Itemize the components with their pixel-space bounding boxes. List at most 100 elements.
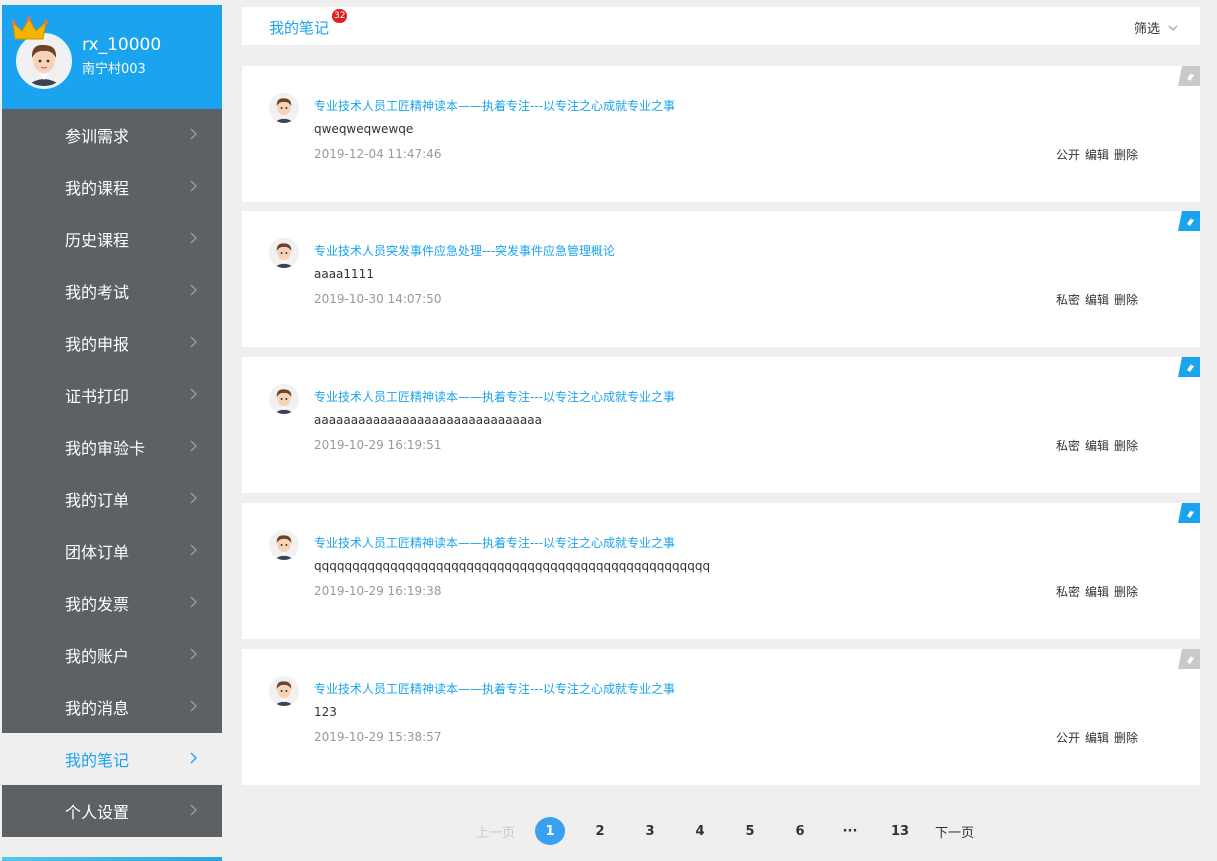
sidebar-bottom-strip xyxy=(2,857,222,861)
page-title[interactable]: 我的笔记 xyxy=(269,17,329,38)
tag-corner-icon xyxy=(1178,357,1200,377)
note-timestamp: 2019-10-29 15:38:57 xyxy=(314,730,442,744)
visibility-toggle[interactable]: 私密 xyxy=(1056,437,1080,454)
user-face-icon xyxy=(269,384,299,414)
note-content: aaaa1111 xyxy=(314,267,374,281)
note-card: 专业技术人员突发事件应急处理---突发事件应急管理概论 aaaa1111 2019-… xyxy=(242,211,1200,347)
pagination-ellipsis[interactable]: ··· xyxy=(835,817,866,845)
chevron-right-icon xyxy=(190,336,197,348)
tag-corner-icon xyxy=(1178,649,1200,669)
delete-button[interactable]: 删除 xyxy=(1114,437,1138,454)
sidebar-item-label: 我的课程 xyxy=(65,179,130,198)
organization: 南宁村003 xyxy=(82,62,146,77)
page-button[interactable]: 2 xyxy=(585,817,616,845)
sidebar-item-13[interactable]: 个人设置 xyxy=(2,785,222,837)
sidebar-item-label: 我的笔记 xyxy=(65,751,130,770)
sidebar-item-9[interactable]: 我的发票 xyxy=(2,577,222,629)
sidebar-item-label: 我的申报 xyxy=(65,335,130,354)
chevron-right-icon xyxy=(190,284,197,296)
filter-label: 筛选 xyxy=(1133,22,1160,37)
page-button[interactable]: 13 xyxy=(885,817,916,845)
sidebar-item-label: 我的订单 xyxy=(65,491,130,510)
sidebar-item-label: 我的考试 xyxy=(65,283,130,302)
tag-corner-icon xyxy=(1178,66,1200,86)
sidebar-item-label: 我的账户 xyxy=(65,647,130,666)
note-content: aaaaaaaaaaaaaaaaaaaaaaaaaaaaaaa xyxy=(314,413,542,427)
filter-dropdown[interactable]: 筛选 xyxy=(1134,18,1178,37)
note-actions: 公开 编辑 删除 xyxy=(1056,729,1138,746)
sidebar-item-12[interactable]: 我的笔记 xyxy=(2,733,222,785)
edit-button[interactable]: 编辑 xyxy=(1085,291,1109,308)
edit-button[interactable]: 编辑 xyxy=(1085,729,1109,746)
note-title-link[interactable]: 专业技术人员工匠精神读本——执着专注---以专注之心成就专业之事 xyxy=(314,680,675,697)
sidebar-item-8[interactable]: 团体订单 xyxy=(2,525,222,577)
sidebar-item-11[interactable]: 我的消息 xyxy=(2,681,222,733)
page-button[interactable]: 1 xyxy=(535,817,566,845)
note-title-link[interactable]: 专业技术人员工匠精神读本——执着专注---以专注之心成就专业之事 xyxy=(314,388,675,405)
sidebar-item-label: 我的审验卡 xyxy=(65,439,146,458)
chevron-right-icon xyxy=(190,388,197,400)
sidebar-item-label: 我的发票 xyxy=(65,595,130,614)
chevron-right-icon xyxy=(190,648,197,660)
sidebar-item-0[interactable]: 参训需求 xyxy=(2,109,222,161)
avatar xyxy=(269,676,299,706)
profile-panel: rx_10000 南宁村003 xyxy=(2,5,222,109)
edit-button[interactable]: 编辑 xyxy=(1085,437,1109,454)
visibility-toggle[interactable]: 私密 xyxy=(1056,583,1080,600)
sidebar-item-3[interactable]: 我的考试 xyxy=(2,265,222,317)
page-button[interactable]: 4 xyxy=(685,817,716,845)
notes-count-badge: 32 xyxy=(332,9,348,23)
sidebar-item-7[interactable]: 我的订单 xyxy=(2,473,222,525)
note-content: qweqweqwewqe xyxy=(314,122,414,136)
chevron-right-icon xyxy=(190,128,197,140)
sidebar-item-label: 个人设置 xyxy=(65,803,130,822)
visibility-toggle[interactable]: 公开 xyxy=(1056,146,1080,163)
delete-button[interactable]: 删除 xyxy=(1114,583,1138,600)
sidebar-item-4[interactable]: 我的申报 xyxy=(2,317,222,369)
avatar xyxy=(269,238,299,268)
delete-button[interactable]: 删除 xyxy=(1114,291,1138,308)
delete-button[interactable]: 删除 xyxy=(1114,146,1138,163)
note-card: 专业技术人员工匠精神读本——执着专注---以专注之心成就专业之事 qweqweqw… xyxy=(242,66,1200,202)
note-actions: 私密 编辑 删除 xyxy=(1056,583,1138,600)
sidebar-item-2[interactable]: 历史课程 xyxy=(2,213,222,265)
note-title-link[interactable]: 专业技术人员工匠精神读本——执着专注---以专注之心成就专业之事 xyxy=(314,97,675,114)
sidebar: rx_10000 南宁村003 参训需求我的课程历史课程我的考试我的申报证书打印… xyxy=(2,5,222,861)
crown-icon xyxy=(12,17,48,40)
user-face-icon xyxy=(19,36,69,86)
user-face-icon xyxy=(269,238,299,268)
sidebar-item-6[interactable]: 我的审验卡 xyxy=(2,421,222,473)
note-timestamp: 2019-10-30 14:07:50 xyxy=(314,292,442,306)
note-actions: 私密 编辑 删除 xyxy=(1056,291,1138,308)
chevron-right-icon xyxy=(190,700,197,712)
tag-corner-icon xyxy=(1178,503,1200,523)
note-timestamp: 2019-10-29 16:19:51 xyxy=(314,438,442,452)
chevron-right-icon xyxy=(190,804,197,816)
note-actions: 私密 编辑 删除 xyxy=(1056,437,1138,454)
sidebar-item-5[interactable]: 证书打印 xyxy=(2,369,222,421)
visibility-toggle[interactable]: 公开 xyxy=(1056,729,1080,746)
user-face-icon xyxy=(269,530,299,560)
note-title-link[interactable]: 专业技术人员工匠精神读本——执着专注---以专注之心成就专业之事 xyxy=(314,534,675,551)
note-actions: 公开 编辑 删除 xyxy=(1056,146,1138,163)
chevron-right-icon xyxy=(190,440,197,452)
note-timestamp: 2019-10-29 16:19:38 xyxy=(314,584,442,598)
edit-button[interactable]: 编辑 xyxy=(1085,583,1109,600)
sidebar-item-10[interactable]: 我的账户 xyxy=(2,629,222,681)
note-timestamp: 2019-12-04 11:47:46 xyxy=(314,147,442,161)
edit-button[interactable]: 编辑 xyxy=(1085,146,1109,163)
sidebar-item-1[interactable]: 我的课程 xyxy=(2,161,222,213)
delete-button[interactable]: 删除 xyxy=(1114,729,1138,746)
avatar xyxy=(269,93,299,123)
chevron-right-icon xyxy=(190,544,197,556)
note-card: 专业技术人员工匠精神读本——执着专注---以专注之心成就专业之事 aaaaaaaa… xyxy=(242,357,1200,493)
visibility-toggle[interactable]: 私密 xyxy=(1056,291,1080,308)
page-button[interactable]: 3 xyxy=(635,817,666,845)
avatar[interactable] xyxy=(12,17,72,89)
page-button[interactable]: 6 xyxy=(785,817,816,845)
page-button[interactable]: 5 xyxy=(735,817,766,845)
note-title-link[interactable]: 专业技术人员突发事件应急处理---突发事件应急管理概论 xyxy=(314,242,615,259)
prev-page-button[interactable]: 上一页 xyxy=(476,817,515,845)
next-page-button[interactable]: 下一页 xyxy=(935,817,974,845)
sidebar-item-label: 历史课程 xyxy=(65,231,130,250)
